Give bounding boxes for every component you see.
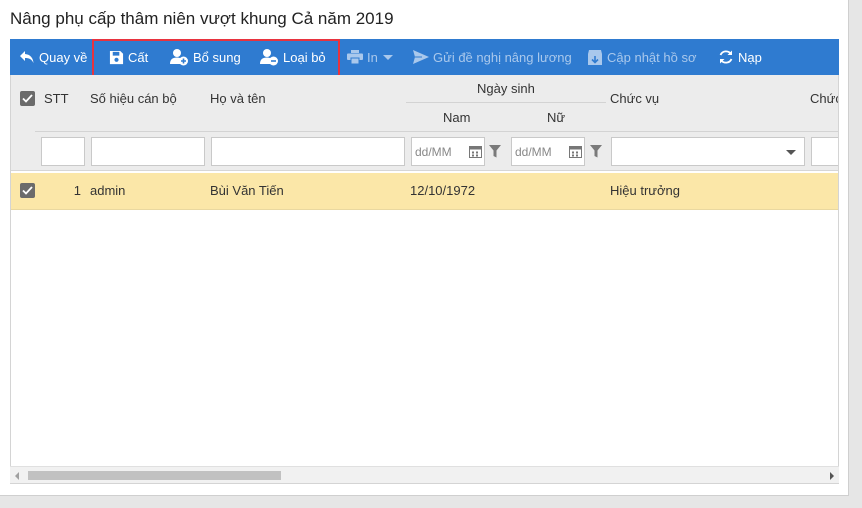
header-full-name[interactable]: Họ và tên [210, 91, 266, 106]
row-checkbox[interactable] [20, 183, 35, 198]
main-panel: Nâng phụ cấp thâm niên vượt khung Cả năm… [0, 0, 849, 496]
scroll-right-icon[interactable] [830, 472, 834, 480]
cell-stt: 1 [73, 183, 81, 198]
table-row[interactable]: 1 admin Bùi Văn Tiến 12/10/1972 Hiệu trư… [11, 173, 838, 210]
calendar-icon[interactable] [469, 145, 482, 158]
position-filter-select[interactable] [611, 137, 805, 166]
stt-filter-input[interactable] [41, 137, 85, 166]
birth-male-filter-input[interactable]: dd/MM [411, 137, 485, 166]
employee-grid: STT Số hiệu cán bộ Họ và tên Ngày sinh N… [10, 75, 839, 484]
reload-button-label: Nạp [738, 49, 762, 65]
print-button-label: In [367, 49, 378, 65]
header-employee-code[interactable]: Số hiệu cán bộ [90, 91, 177, 106]
window-edge-bottom [0, 496, 862, 508]
window-edge-right [849, 0, 862, 508]
filter-row-divider [35, 131, 838, 132]
cell-position: Hiệu trưởng [610, 183, 680, 198]
update-profile-button[interactable]: Cập nhật hồ sơ [587, 39, 696, 75]
add-employee-label: Bổ sung [193, 49, 241, 65]
full-name-filter-input[interactable] [211, 137, 405, 166]
birth-male-placeholder: dd/MM [415, 144, 452, 159]
print-button[interactable]: In [347, 39, 398, 75]
header-stt[interactable]: STT [44, 91, 69, 106]
birth-female-filter-input[interactable]: dd/MM [511, 137, 585, 166]
add-user-icon [170, 49, 188, 66]
select-all-checkbox[interactable] [20, 91, 35, 106]
scroll-left-icon[interactable] [15, 472, 19, 480]
send-proposal-button[interactable]: Gửi đề nghị nâng lương [413, 39, 572, 75]
remove-employee-label: Loại bỏ [283, 49, 326, 65]
page-title: Nâng phụ cấp thâm niên vượt khung Cả năm… [10, 9, 394, 28]
filter-funnel-icon[interactable] [489, 145, 501, 158]
header-position[interactable]: Chức vụ [610, 91, 659, 106]
calendar-icon[interactable] [569, 145, 582, 158]
reload-button[interactable]: Nạp [718, 39, 762, 75]
remove-employee-button[interactable]: Loại bỏ [259, 39, 326, 75]
position-2-filter-input[interactable] [811, 137, 838, 166]
header-birth-female[interactable]: Nữ [547, 110, 565, 125]
scrollbar-thumb[interactable] [28, 471, 281, 480]
save-icon [109, 50, 124, 64]
back-button-label: Quay về [39, 49, 88, 65]
remove-user-icon [260, 49, 278, 66]
add-employee-button[interactable]: Bổ sung [169, 39, 241, 75]
cell-birth-male: 12/10/1972 [410, 183, 476, 198]
check-icon [22, 94, 33, 103]
header-group-divider [406, 102, 606, 103]
check-icon [22, 186, 33, 195]
filter-funnel-icon[interactable] [590, 145, 602, 158]
save-button-label: Cất [128, 49, 149, 65]
chevron-down-icon [786, 150, 796, 155]
horizontal-scrollbar[interactable] [10, 466, 839, 483]
chevron-down-icon [382, 55, 393, 60]
save-button[interactable]: Cất [109, 39, 148, 75]
toolbar: Quay về Cất Bổ sung Loại bỏ In Gửi đề ng… [10, 39, 839, 77]
birth-female-placeholder: dd/MM [515, 144, 552, 159]
cell-employee-code: admin [90, 183, 126, 198]
cell-full-name: Bùi Văn Tiến [210, 183, 284, 198]
header-position-2[interactable]: Chức [810, 91, 838, 106]
printer-icon [347, 50, 363, 64]
header-birth-date[interactable]: Ngày sinh [477, 81, 535, 96]
header-birth-male[interactable]: Nam [443, 110, 470, 125]
grid-header: STT Số hiệu cán bộ Họ và tên Ngày sinh N… [11, 75, 838, 171]
send-proposal-label: Gửi đề nghị nâng lương [433, 49, 572, 65]
send-icon [413, 50, 429, 64]
refresh-icon [719, 50, 733, 64]
back-button[interactable]: Quay về [19, 39, 87, 75]
back-arrow-icon [20, 51, 34, 63]
update-profile-label: Cập nhật hồ sơ [607, 49, 697, 65]
employee-code-filter-input[interactable] [91, 137, 205, 166]
download-box-icon [588, 49, 602, 65]
